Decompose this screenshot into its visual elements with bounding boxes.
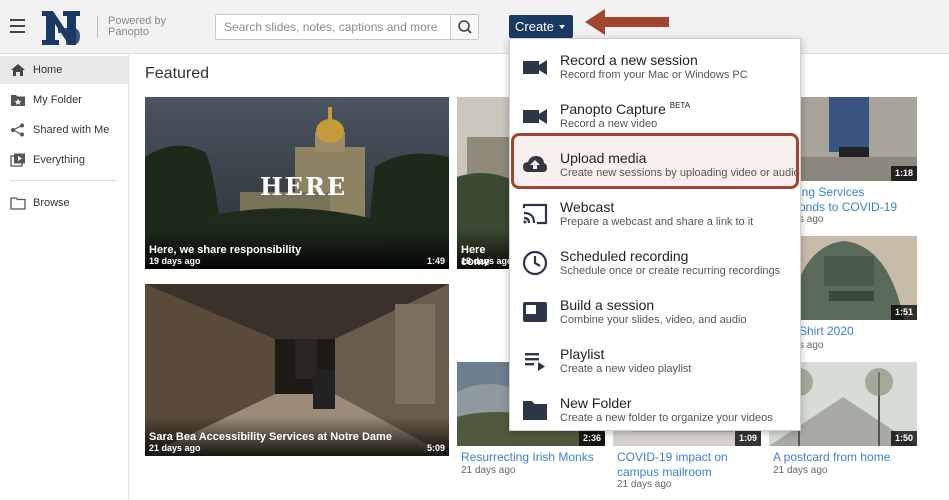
powered-by-panopto: Powered by Panopto: [108, 16, 166, 38]
menu-item-title: Panopto Capture BETA: [560, 101, 690, 117]
search-icon: [458, 20, 472, 34]
sidebar-item-label: Home: [33, 64, 63, 76]
menu-item-title: Playlist: [560, 346, 605, 362]
video-duration: 5:09: [426, 443, 445, 453]
menu-item-title: New Folder: [560, 395, 632, 411]
hamburger-menu-icon[interactable]: [10, 19, 25, 33]
menu-item-scheduled-recording[interactable]: Scheduled recording Schedule once or cre…: [510, 238, 800, 287]
sidebar-item-label: Everything: [33, 154, 85, 166]
thumbnail-overlay-text: HERE: [260, 172, 348, 201]
video-title[interactable]: A postcard from home: [773, 450, 890, 465]
menu-item-build-session[interactable]: Build a session Combine your slides, vid…: [510, 287, 800, 336]
menu-item-webcast[interactable]: Webcast Prepare a webcast and share a li…: [510, 189, 800, 238]
video-tile[interactable]: HERE Here, we share responsibility 19 da…: [145, 97, 449, 269]
menu-item-subtitle: Record from your Mac or Windows PC: [560, 69, 748, 81]
video-age: 21 days ago: [773, 465, 828, 476]
video-title[interactable]: Shirt 2020: [799, 324, 854, 339]
folder-icon: [523, 401, 547, 420]
video-title[interactable]: onds to COVID-19: [799, 200, 897, 215]
menu-item-title: Build a session: [560, 297, 655, 313]
sidebar-item-label: Shared with Me: [33, 124, 110, 136]
video-age: s ago: [799, 214, 824, 225]
top-bar: Powered by Panopto Create: [0, 0, 949, 54]
menu-item-new-folder[interactable]: New Folder Create a new folder to organi…: [510, 385, 800, 434]
page-title: Featured: [145, 65, 210, 82]
sidebar-item-everything[interactable]: Everything: [0, 146, 128, 174]
video-title[interactable]: COVID-19 impact on campus mailroom: [617, 450, 757, 480]
menu-item-subtitle: Schedule once or create recurring record…: [560, 265, 781, 277]
video-age: s ago: [799, 340, 824, 351]
menu-item-playlist[interactable]: Playlist Create a new video playlist: [510, 336, 800, 385]
create-button-label: Create: [515, 19, 555, 34]
folder-icon: [10, 197, 26, 210]
search-input[interactable]: [216, 15, 452, 39]
menu-item-subtitle: Create a new video playlist: [560, 363, 692, 375]
video-age: 21 days ago: [461, 465, 516, 476]
panopto-label: Panopto: [108, 26, 149, 38]
playlist-icon: [525, 353, 545, 371]
video-duration: 1:18: [890, 166, 917, 181]
annotation-highlight: [511, 133, 799, 189]
menu-item-title: Record a new session: [560, 52, 698, 68]
menu-item-title-text: Panopto Capture: [560, 101, 666, 117]
search-box: [215, 14, 479, 40]
clock-icon: [522, 250, 548, 276]
video-camera-icon: [523, 109, 547, 124]
folder-star-icon: [11, 95, 25, 106]
video-age: 19 days ago: [149, 256, 201, 266]
video-tile[interactable]: Here come 18 days ago: [457, 97, 517, 269]
sidebar-divider: [10, 180, 117, 181]
menu-item-title: Webcast: [560, 199, 615, 215]
layout-icon: [523, 302, 547, 322]
video-age: 21 days ago: [617, 479, 672, 490]
cast-icon: [522, 203, 548, 225]
sidebar-item-home[interactable]: Home: [0, 56, 128, 84]
menu-item-subtitle: Combine your slides, video, and audio: [560, 314, 747, 326]
sidebar: Home My Folder Shared with Me Everything…: [0, 54, 129, 500]
sidebar-item-browse[interactable]: Browse: [0, 189, 128, 217]
menu-item-subtitle: Create a new folder to organize your vid…: [560, 412, 773, 424]
search-button[interactable]: [450, 15, 478, 39]
video-duration: 1:49: [426, 256, 445, 266]
logo-divider: [97, 16, 98, 38]
video-camera-icon: [523, 60, 547, 75]
menu-item-subtitle: Record a new video: [560, 118, 658, 130]
video-age: 18 days ago: [461, 256, 513, 266]
beta-badge: BETA: [669, 101, 691, 110]
menu-item-subtitle: Prepare a webcast and share a link to it: [560, 216, 754, 228]
annotation-arrow: [585, 9, 669, 35]
video-title[interactable]: ing Services: [799, 185, 864, 200]
home-icon: [11, 64, 25, 76]
video-tile[interactable]: Sara Bea Accessibility Services at Notre…: [145, 284, 449, 456]
create-button[interactable]: Create: [509, 15, 573, 38]
sidebar-item-label: My Folder: [33, 94, 82, 106]
create-dropdown-menu: Record a new session Record from your Ma…: [509, 38, 801, 431]
menu-item-record-session[interactable]: Record a new session Record from your Ma…: [510, 42, 800, 91]
menu-item-title: Scheduled recording: [560, 248, 689, 264]
video-duration: 1:50: [890, 431, 917, 446]
sidebar-item-shared[interactable]: Shared with Me: [0, 116, 128, 144]
share-icon: [11, 123, 24, 137]
video-age: 21 days ago: [149, 443, 201, 453]
video-library-icon: [10, 153, 25, 167]
sidebar-item-label: Browse: [33, 197, 70, 209]
caret-down-icon: [559, 25, 565, 29]
video-title: Sara Bea Accessibility Services at Notre…: [149, 431, 392, 443]
video-title[interactable]: Resurrecting Irish Monks: [461, 450, 594, 465]
notre-dame-logo[interactable]: [39, 8, 83, 48]
video-duration: 1:51: [890, 305, 917, 320]
sidebar-item-my-folder[interactable]: My Folder: [0, 86, 128, 114]
video-title: Here, we share responsibility: [149, 244, 302, 256]
